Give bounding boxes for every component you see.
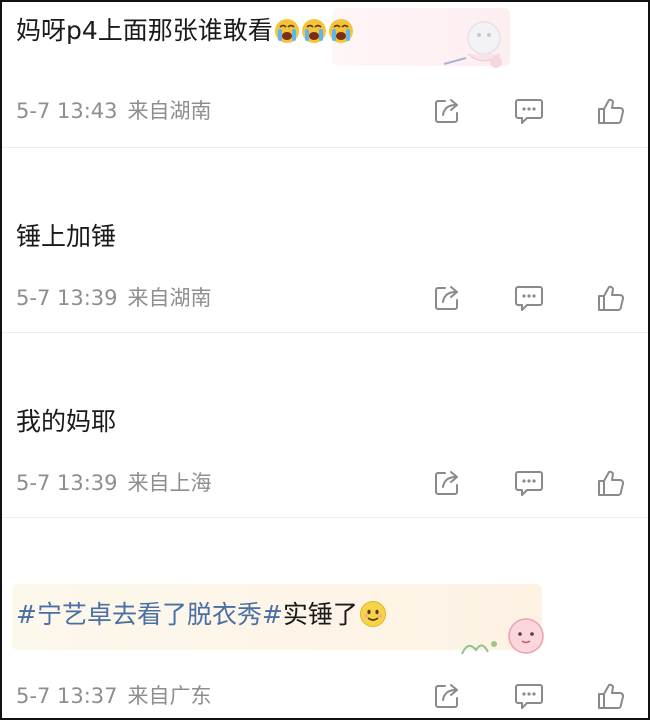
share-button[interactable] — [430, 281, 464, 315]
comment-text-content: 实锤了 — [282, 600, 358, 629]
comment-text: 我的妈耶 — [16, 405, 116, 439]
crying-emoji-icon — [328, 18, 354, 53]
comment-meta: 5-7 13:37 来自广东 — [16, 682, 212, 710]
thumbs-up-icon — [598, 470, 624, 496]
comment-text-content: 我的妈耶 — [16, 407, 117, 436]
share-button[interactable] — [430, 466, 464, 500]
thumbs-up-icon — [598, 683, 624, 709]
comment-item: 妈呀p4上面那张谁敢看 5-7 13:43 来自湖南 — [2, 2, 648, 147]
like-button[interactable] — [594, 679, 628, 713]
share-button[interactable] — [430, 94, 464, 128]
comment-meta: 5-7 13:39 来自上海 — [16, 469, 212, 497]
comment-bubble-icon — [515, 99, 543, 124]
comment-list: 妈呀p4上面那张谁敢看 5-7 13:43 来自湖南 锤上加锤 5-7 13:39… — [0, 0, 650, 720]
comment-button[interactable] — [512, 94, 546, 128]
comment-text-content: 妈呀p4上面那张谁敢看 — [16, 16, 273, 45]
comment-bubble-icon — [515, 286, 543, 311]
comment-time: 5-7 13:43 — [16, 99, 118, 123]
comment-time: 5-7 13:39 — [16, 471, 118, 495]
decorative-sticker — [454, 614, 550, 664]
comment-location: 来自上海 — [127, 471, 212, 495]
comment-text: #宁艺卓去看了脱衣秀#实锤了 — [16, 598, 387, 637]
decorative-sticker — [438, 16, 518, 80]
hashtag-link[interactable]: #宁艺卓去看了脱衣秀# — [16, 600, 283, 629]
share-icon — [435, 286, 458, 310]
like-button[interactable] — [594, 94, 628, 128]
comment-item: 锤上加锤 5-7 13:39 来自湖南 — [2, 148, 648, 332]
share-icon — [435, 99, 458, 123]
like-button[interactable] — [594, 281, 628, 315]
comment-text: 锤上加锤 — [16, 220, 116, 254]
share-button[interactable] — [430, 679, 464, 713]
smiling-emoji-icon — [359, 600, 387, 637]
comment-meta: 5-7 13:39 来自湖南 — [16, 284, 212, 312]
like-button[interactable] — [594, 466, 628, 500]
comment-location: 来自广东 — [127, 684, 212, 708]
comment-meta: 5-7 13:43 来自湖南 — [16, 97, 212, 125]
comment-text-content: 锤上加锤 — [16, 222, 117, 251]
share-icon — [435, 471, 458, 495]
comment-text: 妈呀p4上面那张谁敢看 — [16, 14, 354, 53]
comment-bubble-icon — [515, 684, 543, 709]
thumbs-up-icon — [598, 285, 624, 311]
crying-emoji-icon — [274, 18, 300, 53]
comment-item: #宁艺卓去看了脱衣秀#实锤了 5-7 13:37 来自广东 — [2, 518, 648, 718]
crying-emoji-icon — [301, 18, 327, 53]
comment-bubble-icon — [515, 471, 543, 496]
comment-button[interactable] — [512, 679, 546, 713]
comment-item: 我的妈耶 5-7 13:39 来自上海 — [2, 333, 648, 517]
thumbs-up-icon — [598, 98, 624, 124]
comment-time: 5-7 13:39 — [16, 286, 118, 310]
comment-button[interactable] — [512, 466, 546, 500]
comment-time: 5-7 13:37 — [16, 684, 118, 708]
comment-button[interactable] — [512, 281, 546, 315]
share-icon — [435, 684, 458, 708]
comment-location: 来自湖南 — [127, 99, 212, 123]
comment-location: 来自湖南 — [127, 286, 212, 310]
